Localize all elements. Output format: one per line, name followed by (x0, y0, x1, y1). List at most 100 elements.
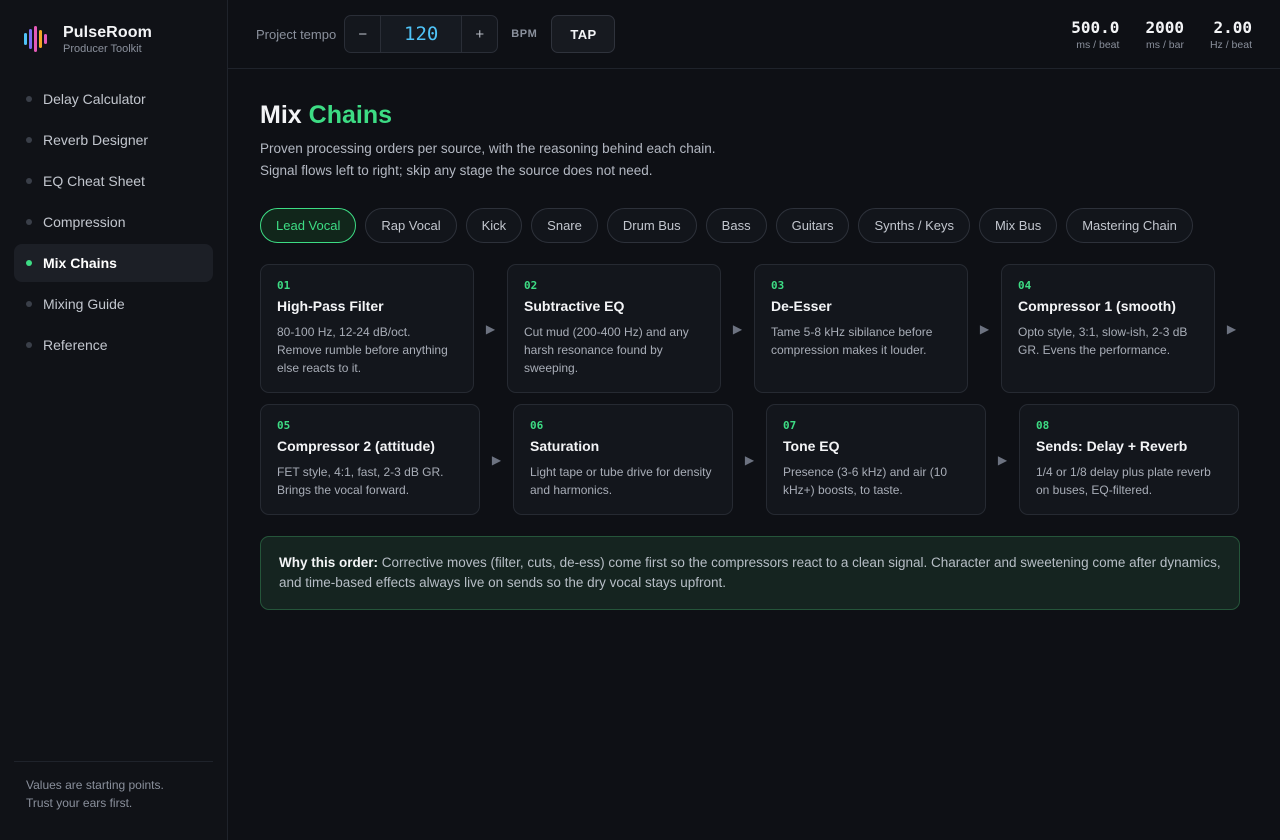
stat-ms-beat: 500.0 ms / beat (1071, 18, 1119, 51)
tempo-input[interactable]: 120 (380, 16, 463, 52)
sidebar-footer: Values are starting points. Trust your e… (14, 761, 213, 840)
stat-value: 2.00 (1213, 17, 1252, 37)
brand[interactable]: PulseRoom Producer Toolkit (14, 0, 213, 78)
step-body: Light tape or tube drive for density and… (530, 465, 712, 497)
step-number: 04 (1018, 279, 1032, 292)
chain-step-card: 07 Tone EQ Presence (3-6 kHz) and air (1… (766, 404, 986, 515)
content: Mix Chains Proven processing orders per … (228, 69, 1280, 640)
stat-value: 500.0 (1071, 17, 1120, 37)
chain-step-card: 04 Compressor 1 (smooth) Opto style, 3:1… (1001, 264, 1215, 393)
page-title-accent: Chains (308, 101, 392, 129)
sidebar-item-mixing-guide[interactable]: Mixing Guide (14, 285, 213, 323)
step-title: De-Esser (771, 298, 832, 314)
tab-mastering-chain[interactable]: Mastering Chain (1066, 208, 1193, 243)
sidebar-item-compression[interactable]: Compression (14, 203, 213, 241)
tab-guitars[interactable]: Guitars (775, 208, 850, 243)
nav-dot-icon (26, 137, 32, 143)
chain-step-card: 05 Compressor 2 (attitude) FET style, 4:… (260, 404, 480, 515)
sidebar-item-label: Reference (43, 337, 108, 353)
step-body: Tame 5-8 kHz sibilance before compressio… (771, 325, 933, 357)
brand-name: PulseRoom (63, 23, 152, 41)
signal-arrow-icon: ▶ (979, 321, 990, 336)
signal-arrow-icon: ▶ (491, 452, 502, 467)
step-title: Saturation (530, 438, 600, 454)
footer-line-1: Values are starting points. (26, 778, 164, 792)
signal-arrow-icon: ▶ (1226, 321, 1237, 336)
sidebar-item-delay-calculator[interactable]: Delay Calculator (14, 80, 213, 118)
tap-tempo-button[interactable]: TAP (551, 15, 616, 53)
why-this-order-callout: Why this order: Corrective moves (filter… (260, 536, 1240, 610)
stat-hz-beat: 2.00 Hz / beat (1210, 18, 1252, 51)
chain-step-card: 02 Subtractive EQ Cut mud (200-400 Hz) a… (507, 264, 721, 393)
why-lead: Why this order: (279, 555, 379, 570)
nav-dot-icon (26, 342, 32, 348)
sidebar-item-reference[interactable]: Reference (14, 326, 213, 364)
nav-dot-icon (26, 178, 32, 184)
tempo-decrement-button[interactable]: − (345, 16, 380, 52)
stat-value: 2000 (1145, 17, 1184, 37)
page-description: Proven processing orders per source, wit… (260, 138, 1248, 182)
sidebar-item-label: Mixing Guide (43, 296, 125, 312)
nav-dot-icon (26, 260, 32, 266)
step-body: Cut mud (200-400 Hz) and any harsh reson… (524, 325, 689, 375)
step-number: 03 (771, 279, 785, 292)
tempo-increment-button[interactable]: + (462, 16, 497, 52)
sidebar-item-eq-cheat-sheet[interactable]: EQ Cheat Sheet (14, 162, 213, 200)
sidebar-item-label: Mix Chains (43, 255, 117, 271)
chain-step-card: 03 De-Esser Tame 5-8 kHz sibilance befor… (754, 264, 968, 393)
tab-drum-bus[interactable]: Drum Bus (606, 208, 697, 243)
nav-dot-icon (26, 301, 32, 307)
bpm-label: BPM (511, 28, 538, 40)
tempo-label: Project tempo (256, 26, 337, 42)
main-panel: Project tempo − 120 + BPM TAP 500.0 ms /… (228, 0, 1280, 840)
tab-synths-keys[interactable]: Synths / Keys (858, 208, 970, 243)
step-body: 1/4 or 1/8 delay plus plate reverb on bu… (1036, 465, 1211, 497)
tab-kick[interactable]: Kick (465, 208, 523, 243)
step-body: 80-100 Hz, 12-24 dB/oct. Remove rumble b… (277, 325, 448, 375)
chain-step-card: 08 Sends: Delay + Reverb 1/4 or 1/8 dela… (1019, 404, 1239, 515)
sidebar-item-reverb-designer[interactable]: Reverb Designer (14, 121, 213, 159)
page-title: Mix Chains (260, 101, 1248, 130)
sidebar-item-label: Reverb Designer (43, 132, 149, 148)
step-number: 07 (783, 419, 797, 432)
why-text: Corrective moves (filter, cuts, de-ess) … (279, 555, 1221, 590)
step-number: 06 (530, 419, 544, 432)
chain-step-card: 01 High-Pass Filter 80-100 Hz, 12-24 dB/… (260, 264, 474, 393)
tab-snare[interactable]: Snare (531, 208, 598, 243)
step-title: High-Pass Filter (277, 298, 384, 314)
description-line-2: Signal flows left to right; skip any sta… (260, 163, 653, 178)
step-title: Compressor 1 (smooth) (1018, 298, 1176, 314)
sidebar-item-label: Delay Calculator (43, 91, 146, 107)
tempo-stepper: − 120 + (344, 15, 499, 53)
step-number: 08 (1036, 419, 1050, 432)
nav-dot-icon (26, 96, 32, 102)
tab-bass[interactable]: Bass (705, 208, 767, 243)
step-title: Tone EQ (783, 438, 840, 454)
chain-row-1: 01 High-Pass Filter 80-100 Hz, 12-24 dB/… (260, 264, 1248, 393)
step-body: Opto style, 3:1, slow-ish, 2-3 dB GR. Ev… (1018, 325, 1188, 357)
stat-unit: Hz / beat (1209, 38, 1252, 51)
brand-subtitle: Producer Toolkit (63, 42, 142, 55)
tab-rap-vocal[interactable]: Rap Vocal (365, 208, 457, 243)
sidebar: PulseRoom Producer Toolkit Delay Calcula… (0, 0, 228, 840)
sidebar-item-mix-chains[interactable]: Mix Chains (14, 244, 213, 282)
step-number: 02 (524, 279, 538, 292)
stat-unit: ms / bar (1146, 38, 1184, 51)
step-body: Presence (3-6 kHz) and air (10 kHz+) boo… (783, 465, 948, 497)
tab-mix-bus[interactable]: Mix Bus (978, 208, 1058, 243)
signal-arrow-icon: ▶ (485, 321, 496, 336)
step-body: FET style, 4:1, fast, 2-3 dB GR. Brings … (277, 465, 444, 497)
step-number: 05 (277, 419, 291, 432)
topbar: Project tempo − 120 + BPM TAP 500.0 ms /… (228, 0, 1280, 69)
page-title-main: Mix (260, 101, 302, 129)
step-number: 01 (277, 279, 291, 292)
step-title: Sends: Delay + Reverb (1036, 438, 1188, 454)
app-shell: PulseRoom Producer Toolkit Delay Calcula… (0, 0, 1280, 840)
pulse-logo-icon (24, 26, 50, 52)
tab-lead-vocal[interactable]: Lead Vocal (260, 208, 357, 243)
sidebar-item-label: EQ Cheat Sheet (43, 173, 145, 189)
source-tabs: Lead Vocal Rap Vocal Kick Snare Drum Bus… (260, 208, 1248, 243)
nav-dot-icon (26, 219, 32, 225)
stat-unit: ms / beat (1076, 38, 1120, 51)
footer-line-2: Trust your ears first. (26, 796, 133, 810)
